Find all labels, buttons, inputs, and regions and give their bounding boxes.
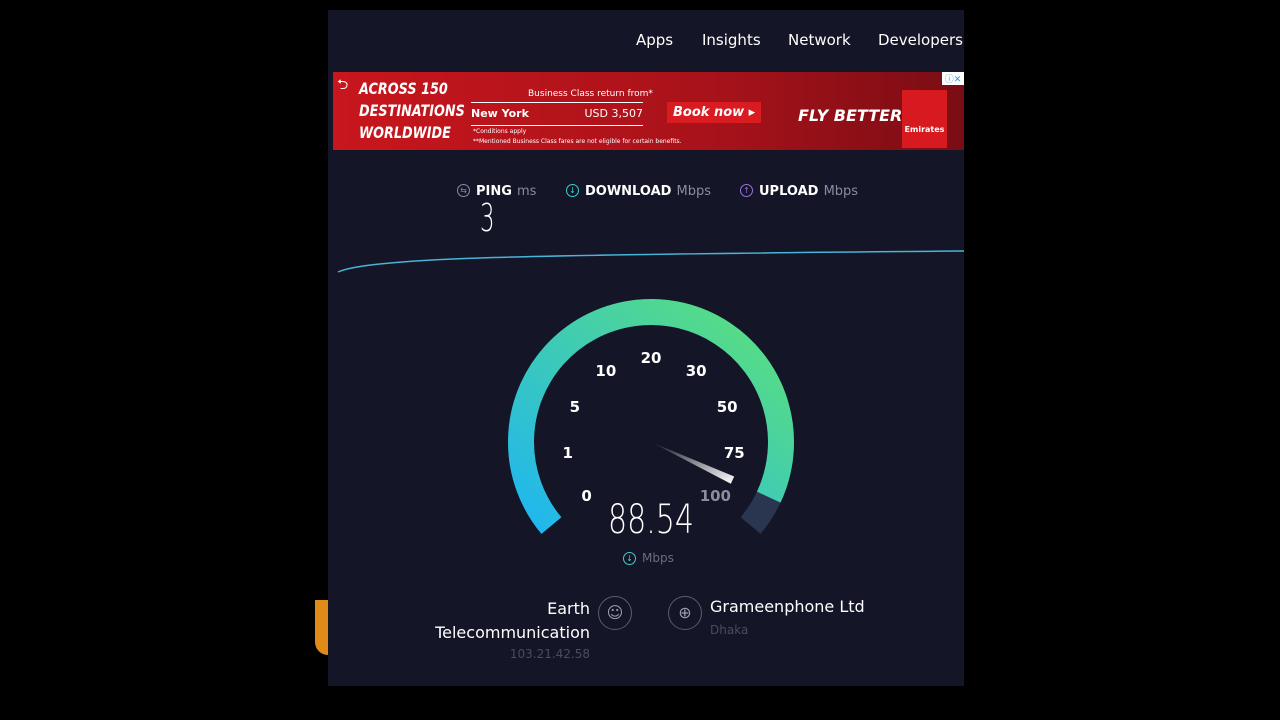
provider-ip: 103.21.42.58 [509, 647, 590, 661]
gauge-tick-label: 75 [723, 443, 745, 462]
server-location: Dhaka [710, 623, 749, 637]
gauge-tick-label: 1 [562, 443, 573, 462]
download-icon: ↓ [623, 552, 636, 565]
server-name[interactable]: Grameenphone Ltd [710, 597, 865, 616]
speed-unit: ↓ Mbps [623, 551, 674, 565]
gauge-tick-label: 30 [685, 362, 707, 381]
provider-name: Earth Telecommunication [435, 599, 590, 642]
download-graph-line [337, 250, 965, 273]
gauge-fill [508, 299, 794, 534]
gauge-tick-label: 10 [595, 362, 617, 381]
gauge-tick-label: 0 [581, 486, 592, 505]
globe-icon[interactable]: ⊕ [668, 596, 702, 630]
gauge-tick-label: 50 [716, 397, 738, 416]
gauge-tick-label: 100 [699, 486, 731, 505]
speed-value: 88.54 [608, 497, 694, 543]
gauge-tick-label: 20 [640, 349, 662, 367]
user-icon: ☺ [598, 596, 632, 630]
gauge-needle [651, 442, 735, 484]
gauge-tick-label: 5 [569, 397, 581, 416]
